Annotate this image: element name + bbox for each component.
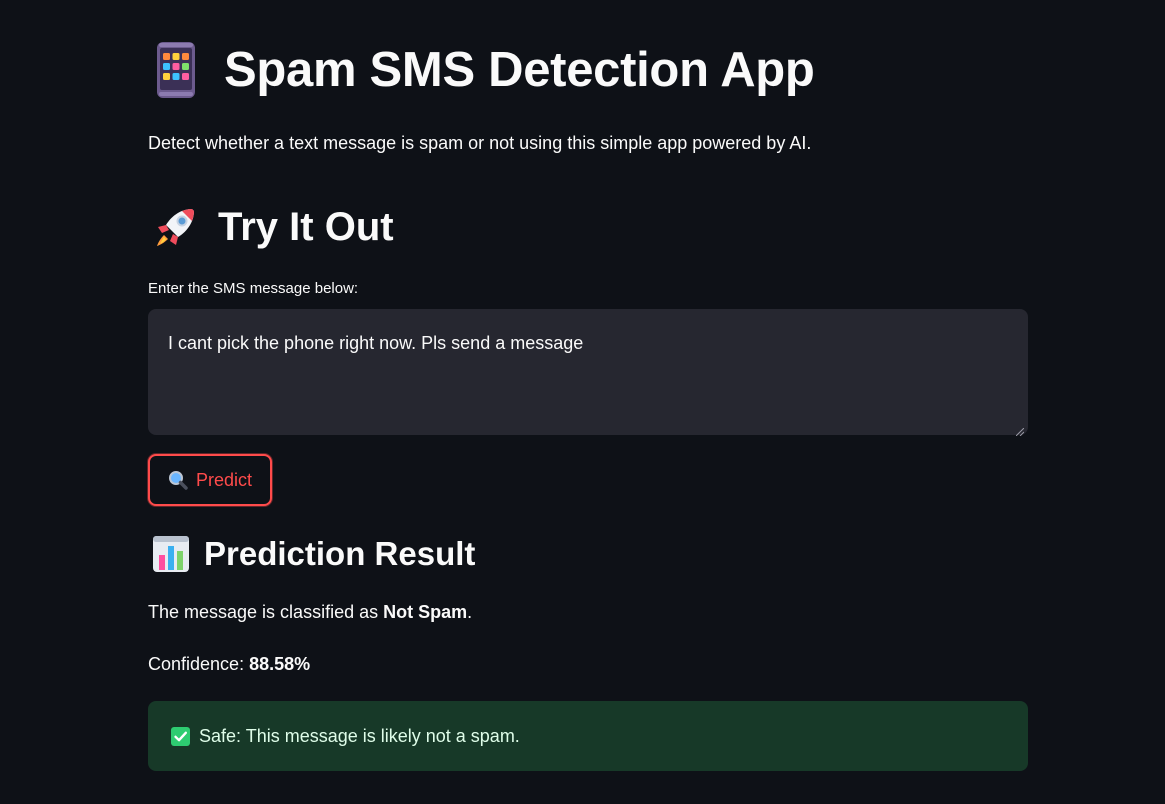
try-it-out-title: Try It Out [218,204,394,249]
page-subtitle: Detect whether a text message is spam or… [148,133,812,153]
try-it-out-heading: Try It Out [152,203,394,251]
confidence-value: 88.58% [249,654,311,674]
classification-value: Not Spam [383,602,468,622]
prediction-result-heading: Prediction Result [152,535,475,573]
check-mark-icon [171,726,190,746]
prediction-result-title: Prediction Result [204,535,476,572]
mobile-phone-icon [156,42,196,98]
bar-chart-icon [152,535,190,573]
classification-suffix: . [467,602,473,622]
classification-prefix: The message is classified as [148,602,384,622]
page-header: Spam SMS Detection App [156,42,815,98]
success-alert: Safe: This message is likely not a spam. [148,701,1028,771]
sms-textarea[interactable]: I cant pick the phone right now. Pls sen… [148,309,1028,435]
predict-button[interactable]: Predict [148,454,272,506]
confidence-prefix: Confidence: [148,654,250,674]
sms-textarea-wrapper: I cant pick the phone right now. Pls sen… [148,309,1028,437]
page-title: Spam SMS Detection App [224,43,815,97]
success-alert-text: Safe: This message is likely not a spam. [199,725,520,746]
predict-button-label: Predict [195,469,253,490]
magnifier-icon [168,470,188,490]
classification-text: The message is classified as Not Spam. [148,602,472,623]
rocket-icon [152,203,200,251]
confidence-text: Confidence: 88.58% [148,654,310,675]
resize-grip-icon[interactable] [1015,423,1025,437]
sms-input-label: Enter the SMS message below: [148,280,359,297]
